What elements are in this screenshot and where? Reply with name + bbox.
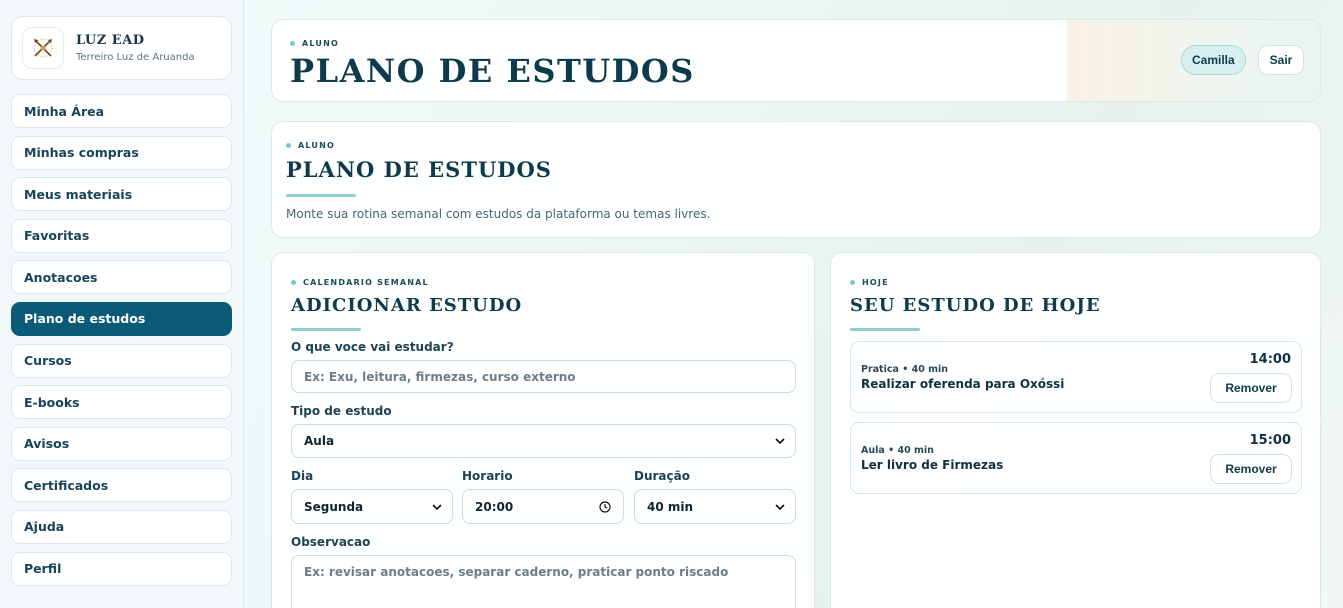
brand-card[interactable]: LUZ EAD Terreiro Luz de Aruanda <box>11 16 232 80</box>
brand-subtitle: Terreiro Luz de Aruanda <box>76 52 195 63</box>
dot-icon <box>286 143 291 148</box>
duration-label: Duração <box>634 469 690 483</box>
duration-select[interactable]: 40 min <box>634 489 796 524</box>
study-meta: Pratica • 40 min <box>861 364 949 375</box>
notes-placeholder: Ex: revisar anotacoes, separar caderno, … <box>304 565 729 579</box>
study-title: Realizar oferenda para Oxóssi <box>861 377 1065 391</box>
today-eyebrow-label: HOJE <box>862 278 889 287</box>
type-select[interactable]: Aula <box>291 424 796 458</box>
notes-label: Observacao <box>291 535 371 549</box>
sidebar-item-anotacoes[interactable]: Anotacoes <box>11 260 232 295</box>
remove-button[interactable]: Remover <box>1210 373 1292 403</box>
brand-title: LUZ EAD <box>76 33 145 48</box>
sidebar-item-avisos[interactable]: Avisos <box>11 426 232 461</box>
logout-button[interactable]: Sair <box>1258 45 1304 75</box>
title-underline <box>291 328 361 331</box>
sidebar-item-cursos[interactable]: Cursos <box>11 343 232 378</box>
top-header: ALUNO PLANO DE ESTUDOS Camilla Sair <box>271 19 1321 102</box>
time-label: Horario <box>462 469 513 483</box>
day-label: Dia <box>291 469 314 483</box>
sidebar-item-plano-de-estudos[interactable]: Plano de estudos <box>11 301 232 336</box>
what-input[interactable]: Ex: Exu, leitura, firmezas, curso extern… <box>291 360 796 393</box>
sidebar-item-certificados[interactable]: Certificados <box>11 468 232 503</box>
title-underline <box>850 328 920 331</box>
form-title: ADICIONAR ESTUDO <box>291 295 523 316</box>
time-value: 20:00 <box>475 499 514 514</box>
sidebar-item-minhas-compras[interactable]: Minhas compras <box>11 135 232 170</box>
crossed-arrows-emblem-icon <box>22 27 64 69</box>
hero-card: ALUNO PLANO DE ESTUDOS Monte sua rotina … <box>271 121 1321 238</box>
study-item: Pratica • 40 min Realizar oferenda para … <box>850 341 1302 413</box>
time-input[interactable]: 20:00 <box>462 489 624 524</box>
study-item: Aula • 40 min Ler livro de Firmezas 15:0… <box>850 422 1302 494</box>
chevron-down-icon <box>775 503 785 510</box>
type-label: Tipo de estudo <box>291 404 392 418</box>
dot-icon <box>291 280 296 285</box>
study-time: 15:00 <box>1249 433 1291 448</box>
duration-value: 40 min <box>647 499 694 514</box>
hero-eyebrow: ALUNO <box>286 141 335 150</box>
header-eyebrow: ALUNO <box>290 39 339 48</box>
today-card: HOJE SEU ESTUDO DE HOJE Pratica • 40 min… <box>830 252 1321 608</box>
hero-title: PLANO DE ESTUDOS <box>286 157 552 182</box>
dot-icon <box>850 280 855 285</box>
study-meta: Aula • 40 min <box>861 445 934 456</box>
sidebar-item-meus-materiais[interactable]: Meus materiais <box>11 177 232 212</box>
sidebar-nav: Minha Área Minhas compras Meus materiais… <box>11 94 232 586</box>
sidebar-item-favoritas[interactable]: Favoritas <box>11 218 232 253</box>
what-label: O que voce vai estudar? <box>291 340 454 354</box>
form-eyebrow: CALENDARIO SEMANAL <box>291 278 429 287</box>
chevron-down-icon <box>432 503 442 510</box>
study-time: 14:00 <box>1249 352 1291 367</box>
day-select[interactable]: Segunda <box>291 489 453 524</box>
dot-icon <box>290 41 295 46</box>
form-eyebrow-label: CALENDARIO SEMANAL <box>303 278 429 287</box>
sidebar: LUZ EAD Terreiro Luz de Aruanda Minha Ár… <box>0 0 244 608</box>
hero-description: Monte sua rotina semanal com estudos da … <box>286 207 711 221</box>
title-underline <box>286 194 356 197</box>
notes-textarea[interactable]: Ex: revisar anotacoes, separar caderno, … <box>291 555 796 608</box>
page-title: PLANO DE ESTUDOS <box>290 52 695 90</box>
what-placeholder: Ex: Exu, leitura, firmezas, curso extern… <box>304 369 576 384</box>
user-button[interactable]: Camilla <box>1181 45 1246 75</box>
today-title: SEU ESTUDO DE HOJE <box>850 295 1101 316</box>
sidebar-item-minha-area[interactable]: Minha Área <box>11 94 232 128</box>
sidebar-item-e-books[interactable]: E-books <box>11 385 232 420</box>
type-value: Aula <box>304 434 335 448</box>
sidebar-item-perfil[interactable]: Perfil <box>11 551 232 586</box>
day-value: Segunda <box>304 499 364 514</box>
hero-eyebrow-label: ALUNO <box>298 141 335 150</box>
study-title: Ler livro de Firmezas <box>861 458 1004 472</box>
header-eyebrow-label: ALUNO <box>302 39 339 48</box>
remove-button[interactable]: Remover <box>1210 454 1292 484</box>
add-study-card: CALENDARIO SEMANAL ADICIONAR ESTUDO O qu… <box>271 252 815 608</box>
sidebar-item-ajuda[interactable]: Ajuda <box>11 509 232 544</box>
today-eyebrow: HOJE <box>850 278 889 287</box>
clock-icon[interactable] <box>599 500 611 513</box>
chevron-down-icon <box>775 438 785 445</box>
